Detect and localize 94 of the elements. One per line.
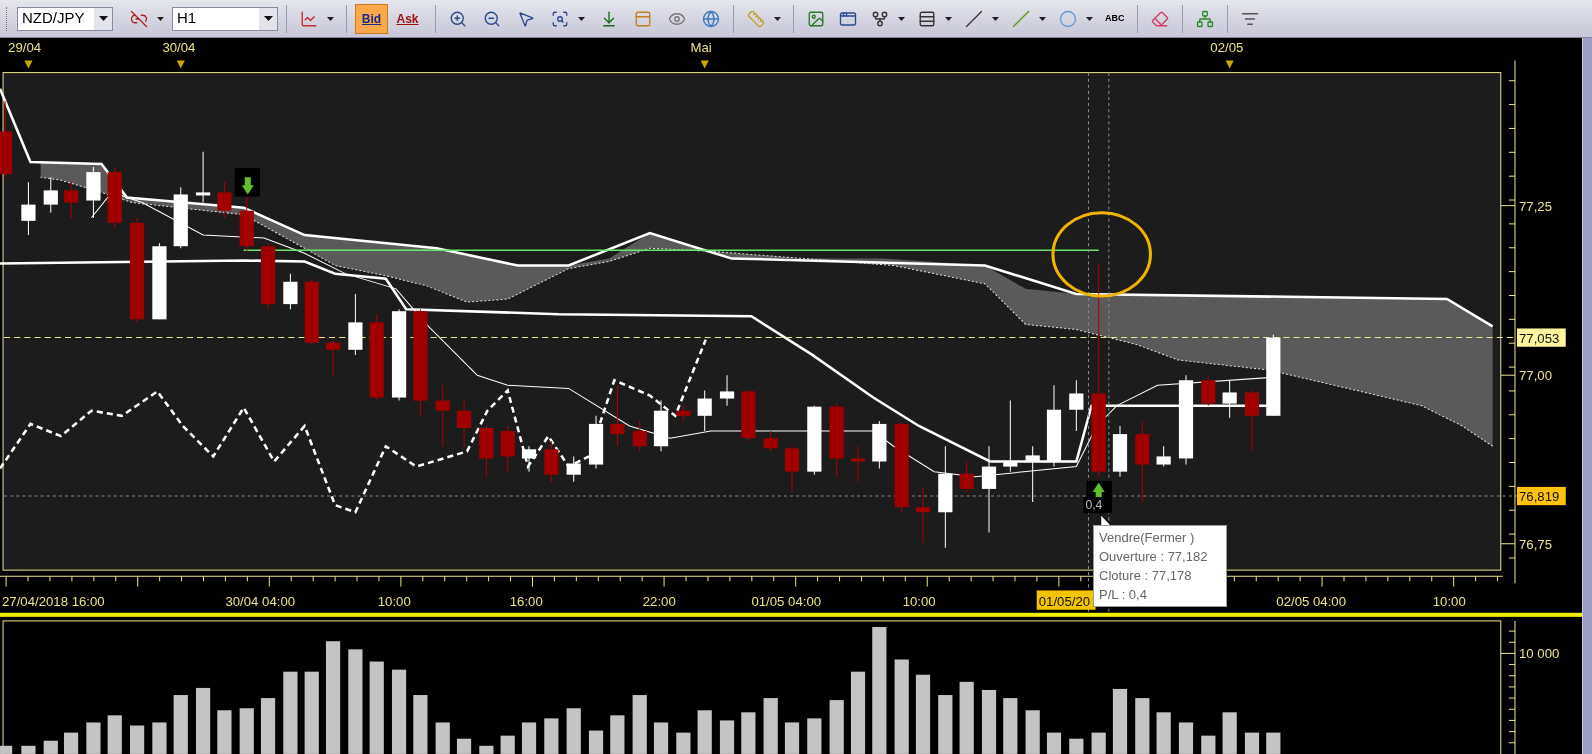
- time-label: 10:00: [1432, 593, 1466, 609]
- candlestick: [959, 461, 974, 493]
- volume-bar: [938, 695, 953, 754]
- candlestick: [588, 415, 604, 470]
- caret-icon[interactable]: [898, 16, 905, 21]
- candlestick: [763, 430, 778, 452]
- time-label: 10:00: [902, 593, 936, 609]
- candlestick: [456, 400, 472, 447]
- candlestick: [521, 445, 537, 473]
- candlestick: [915, 486, 931, 544]
- candlestick: [86, 166, 101, 219]
- volume-bar: [152, 722, 167, 754]
- caret-icon: [263, 16, 273, 21]
- candlestick: [872, 420, 887, 470]
- candlestick: [566, 455, 581, 483]
- volume-bar: [413, 695, 428, 754]
- volume-bar: [676, 732, 691, 754]
- tooltip-line: Vendre(Fermer ): [1099, 529, 1196, 547]
- tooltip-line: Ouverture : 77,182: [1099, 548, 1209, 566]
- candlestick: [1069, 379, 1084, 432]
- candlestick: [610, 384, 625, 447]
- volume-bar: [741, 712, 756, 754]
- volume-bar: [0, 745, 13, 754]
- time-label: 27/04/2018 16:00: [2, 593, 105, 609]
- date-label: 29/04: [8, 40, 42, 56]
- caret-icon[interactable]: [992, 16, 999, 21]
- candlestick: [325, 339, 341, 376]
- candlestick: [676, 405, 691, 422]
- time-label: 02/05 04:00: [1276, 593, 1347, 609]
- volume-bar: [217, 710, 232, 754]
- dropdown-field[interactable]: H1: [172, 6, 278, 31]
- date-label: 02/05: [1210, 40, 1244, 56]
- candlestick: [784, 445, 800, 493]
- volume-bar: [544, 718, 559, 754]
- price-label: 76,75: [1519, 536, 1553, 552]
- volume-bar: [1266, 732, 1281, 754]
- candlestick: [1201, 374, 1216, 407]
- candlestick: [435, 384, 450, 447]
- time-label: 16:00: [509, 593, 543, 609]
- price-marker: 77,053: [1517, 328, 1566, 347]
- caret-icon[interactable]: [578, 16, 585, 21]
- volume-label: 10 000: [1519, 646, 1560, 662]
- caret-icon[interactable]: [1086, 16, 1093, 21]
- caret-icon[interactable]: [1039, 16, 1046, 21]
- price-label: 77,00: [1519, 368, 1553, 384]
- candlestick: [1244, 389, 1260, 452]
- candlestick: [741, 389, 756, 442]
- candlestick: [1222, 379, 1237, 419]
- time-label: 22:00: [642, 593, 676, 609]
- candlestick: [1112, 425, 1128, 478]
- caret-icon[interactable]: [327, 16, 334, 21]
- candlestick: [217, 181, 232, 219]
- candlestick: [1025, 445, 1040, 503]
- candlestick: [807, 405, 822, 476]
- price-label: 77,25: [1519, 198, 1553, 214]
- price-toggle[interactable]: Bid: [355, 3, 388, 34]
- candlestick: [21, 181, 36, 236]
- candlestick: [653, 400, 669, 452]
- volume-bar: [86, 722, 101, 754]
- volume-bar: [21, 745, 36, 754]
- candlestick: [63, 181, 79, 219]
- volume-bar: [479, 745, 494, 754]
- tooltip-line: P/L : 0,4: [1099, 586, 1148, 604]
- candlestick: [850, 445, 866, 483]
- text-tool-button[interactable]: ABC: [1101, 4, 1129, 33]
- candlestick: [283, 273, 298, 310]
- trade-value-label: 0,4: [1083, 497, 1112, 514]
- volume-bar: [1003, 698, 1018, 754]
- date-label: 30/04: [162, 40, 196, 56]
- candlestick: [500, 425, 515, 473]
- volume-bar: [610, 715, 625, 754]
- caret-icon[interactable]: [157, 16, 164, 21]
- time-label: 30/04 04:00: [225, 593, 296, 609]
- volume-bar: [807, 718, 822, 754]
- dropdown-field[interactable]: NZD/JPY: [17, 6, 113, 31]
- date-label: Mai: [690, 40, 712, 56]
- price-toggle[interactable]: Ask: [391, 3, 424, 34]
- cursor-time-marker: 01/05/20: [1036, 590, 1096, 610]
- candlestick: [544, 440, 559, 483]
- candlestick: [697, 389, 712, 432]
- time-label: 10:00: [377, 593, 411, 609]
- candlestick: [348, 293, 363, 356]
- time-label: 01/05 04:00: [751, 593, 822, 609]
- caret-icon[interactable]: [945, 16, 952, 21]
- candlestick: [43, 176, 58, 214]
- candlestick: [632, 420, 647, 452]
- candlestick: [1156, 445, 1171, 468]
- tooltip-line: Cloture : 77,178: [1099, 567, 1193, 585]
- caret-icon: [98, 16, 108, 21]
- candlestick: [719, 374, 735, 407]
- candlestick: [479, 425, 494, 478]
- caret-icon[interactable]: [774, 16, 781, 21]
- candlestick: [195, 151, 211, 204]
- volume-bar: [1135, 698, 1150, 754]
